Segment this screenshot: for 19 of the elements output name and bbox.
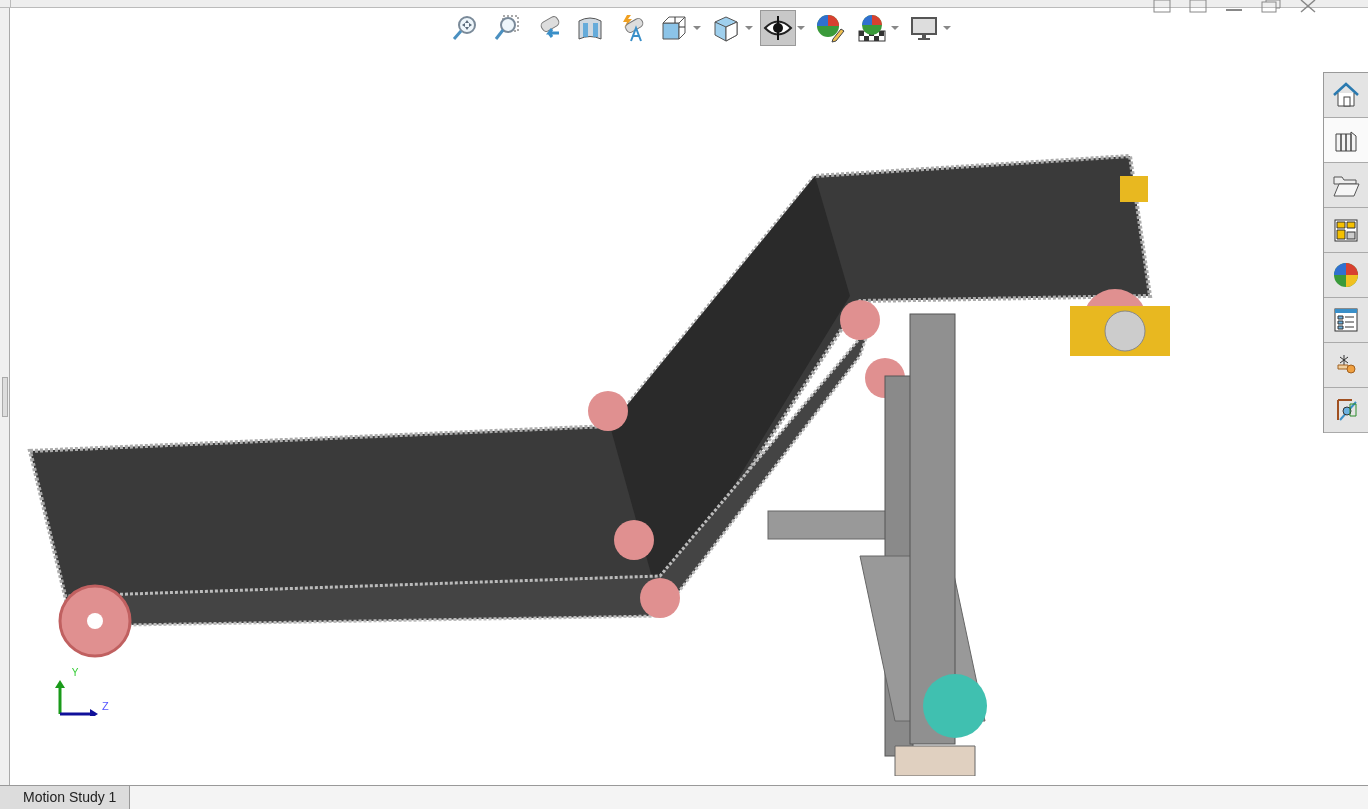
cube-icon [659,13,689,43]
motion-study-tab[interactable]: Motion Study 1 [10,786,131,809]
color-ball-checker-icon [857,13,887,43]
toolbar-button[interactable] [760,10,796,46]
y-axis-label: Y [71,668,79,678]
eye-icon [763,13,793,43]
color-ball-icon [1332,261,1360,289]
panel-sash-handle[interactable] [1,376,8,417]
list-icon [1332,306,1360,334]
task-pane-tab[interactable] [1324,118,1368,163]
window-tile-icon[interactable] [1153,0,1171,14]
color-ball-pencil-icon [815,13,845,43]
window-tile-icon[interactable] [1189,0,1207,14]
home-icon [1332,81,1360,109]
close-icon[interactable] [1299,0,1317,14]
tab-strip-edge [0,786,10,809]
z-axis-label: Z [102,701,109,712]
layout-icon [1332,216,1360,244]
restore-icon[interactable] [1261,0,1281,14]
